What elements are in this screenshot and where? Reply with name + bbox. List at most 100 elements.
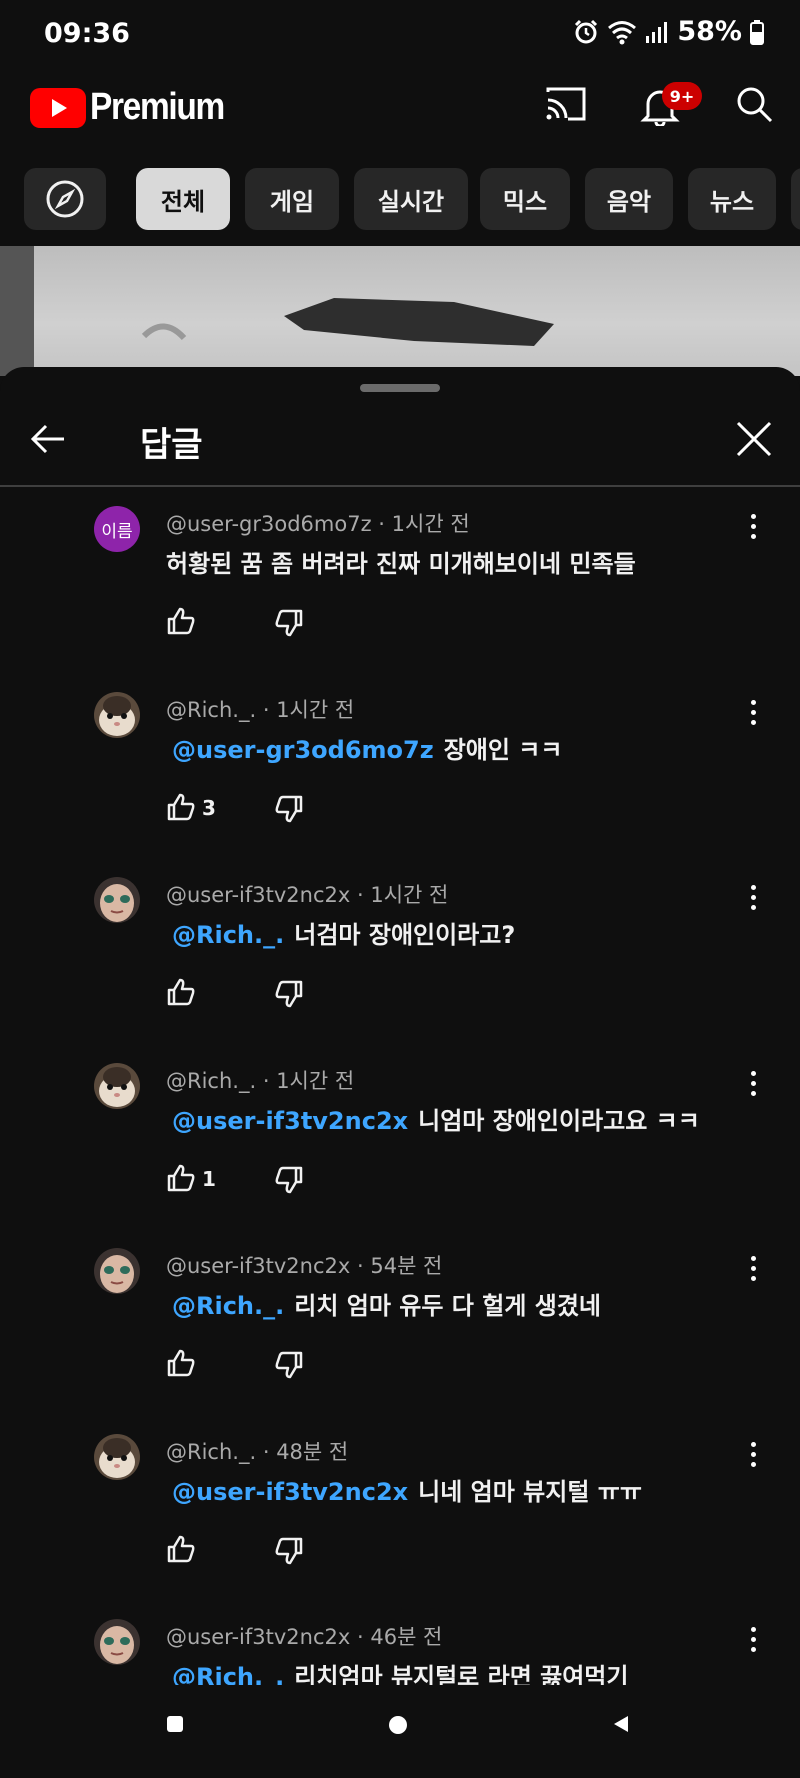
more-vert-icon[interactable] (746, 885, 760, 915)
thumb-up-icon[interactable] (166, 977, 196, 1007)
back-icon[interactable] (612, 1715, 630, 1733)
thumb-down-icon[interactable] (274, 608, 304, 638)
mention-link[interactable]: @Rich._. (172, 921, 284, 949)
chip-all[interactable]: 전체 (136, 168, 230, 230)
comment-author[interactable]: @Rich._. (166, 1440, 256, 1464)
comment-row: @Rich._. · 48분 전 @user-if3tv2nc2x 니네 엄마 뷰… (0, 1434, 800, 1619)
meta-separator: · (262, 1440, 277, 1464)
thumb-up-icon[interactable] (166, 606, 196, 636)
thumb-up-icon[interactable] (166, 1534, 196, 1564)
mention-link[interactable]: @user-if3tv2nc2x (172, 1107, 408, 1135)
comment-row: 이름 @user-gr3od6mo7z · 1시간 전 허황된 꿈 좀 버려라 … (0, 506, 800, 691)
divider (0, 485, 800, 487)
battery-percent: 58% (677, 16, 742, 47)
comment-meta: @Rich._. · 1시간 전 (166, 694, 354, 724)
comment-row: @Rich._. · 1시간 전 @user-if3tv2nc2x 니엄마 장애인… (0, 1063, 800, 1248)
chip-live[interactable]: 실시간 (354, 168, 468, 230)
comment-text: @user-if3tv2nc2x 니네 엄마 뷰지털 ㅠㅠ (166, 1472, 642, 1507)
comment-time: 1시간 전 (276, 1069, 355, 1093)
thumb-up-icon[interactable] (166, 1163, 196, 1193)
comment-meta: @user-if3tv2nc2x · 46분 전 (166, 1621, 442, 1651)
chip-music[interactable]: 음악 (585, 168, 673, 230)
recent-apps-icon[interactable] (166, 1715, 184, 1733)
comment-body: 허황된 꿈 좀 버려라 진짜 미개해보이네 민족들 (166, 550, 636, 578)
comment-time: 48분 전 (276, 1440, 349, 1464)
cast-icon[interactable] (544, 84, 588, 124)
chip-more[interactable] (791, 168, 800, 230)
avatar[interactable]: 이름 (94, 506, 140, 552)
comment-author[interactable]: @user-gr3od6mo7z (166, 512, 372, 536)
comment-body: 리치 엄마 유두 다 헐게 생겼네 (294, 1292, 602, 1320)
avatar[interactable] (94, 877, 140, 923)
comment-body: 너검마 장애인이라고? (294, 921, 516, 949)
comment-time: 1시간 전 (370, 883, 449, 907)
home-icon[interactable] (388, 1715, 408, 1735)
comment-meta: @user-if3tv2nc2x · 54분 전 (166, 1250, 442, 1280)
comment-text: 허황된 꿈 좀 버려라 진짜 미개해보이네 민족들 (166, 544, 636, 579)
chip-games[interactable]: 게임 (245, 168, 339, 230)
comment-author[interactable]: @user-if3tv2nc2x (166, 1254, 350, 1278)
youtube-logo-icon (30, 87, 86, 128)
comment-meta: @user-if3tv2nc2x · 1시간 전 (166, 879, 448, 909)
avatar[interactable] (94, 1248, 140, 1294)
notification-badge: 9+ (662, 82, 702, 110)
thumb-down-icon[interactable] (274, 979, 304, 1009)
explore-chip[interactable] (24, 168, 106, 230)
comment-author[interactable]: @Rich._. (166, 1069, 256, 1093)
comment-author[interactable]: @Rich._. (166, 698, 256, 722)
video-content-image (141, 298, 554, 346)
thumb-down-icon[interactable] (274, 1165, 304, 1195)
avatar[interactable] (94, 1619, 140, 1665)
video-frame (34, 246, 800, 376)
comment-row: @user-if3tv2nc2x · 54분 전 @Rich._. 리치 엄마 유… (0, 1248, 800, 1433)
more-vert-icon[interactable] (746, 1627, 760, 1657)
more-vert-icon[interactable] (746, 1071, 760, 1101)
avatar[interactable] (94, 1063, 140, 1109)
meta-separator: · (356, 1254, 371, 1278)
comment-author[interactable]: @user-if3tv2nc2x (166, 883, 350, 907)
system-nav-bar (0, 1685, 800, 1778)
app-header: Premium 9+ (0, 58, 800, 158)
wifi-icon (608, 20, 637, 44)
meta-separator: · (356, 883, 371, 907)
chip-mix[interactable]: 믹스 (480, 168, 570, 230)
comment-meta: @user-gr3od6mo7z · 1시간 전 (166, 508, 470, 538)
status-icons: 58% (573, 16, 764, 47)
thumb-up-icon[interactable] (166, 1348, 196, 1378)
youtube-premium-logo[interactable]: Premium (30, 86, 242, 129)
comment-row: @Rich._. · 1시간 전 @user-gr3od6mo7z 장애인 ㅋㅋ … (0, 692, 800, 877)
comment-body: 장애인 ㅋㅋ (443, 736, 563, 764)
more-vert-icon[interactable] (746, 700, 760, 730)
more-vert-icon[interactable] (746, 514, 760, 544)
close-icon[interactable] (734, 419, 774, 459)
back-arrow-icon[interactable] (28, 419, 68, 459)
comment-text: @user-gr3od6mo7z 장애인 ㅋㅋ (166, 730, 562, 765)
avatar[interactable] (94, 1434, 140, 1480)
thumb-up-icon[interactable] (166, 792, 196, 822)
more-vert-icon[interactable] (746, 1442, 760, 1472)
drag-handle[interactable] (360, 384, 440, 392)
comment-time: 1시간 전 (276, 698, 355, 722)
signal-icon (646, 21, 668, 43)
avatar[interactable] (94, 692, 140, 738)
chip-news[interactable]: 뉴스 (688, 168, 776, 230)
thumb-down-icon[interactable] (274, 1350, 304, 1380)
thumb-down-icon[interactable] (274, 794, 304, 824)
mention-link[interactable]: @user-gr3od6mo7z (172, 736, 434, 764)
panel-title: 답글 (140, 425, 203, 465)
video-edge (0, 246, 34, 376)
comment-time: 46분 전 (370, 1625, 443, 1649)
more-vert-icon[interactable] (746, 1256, 760, 1286)
comment-author[interactable]: @user-if3tv2nc2x (166, 1625, 350, 1649)
search-icon[interactable] (734, 84, 774, 124)
thumb-down-icon[interactable] (274, 1536, 304, 1566)
comment-text: @user-if3tv2nc2x 니엄마 장애인이라고요 ㅋㅋ (166, 1101, 700, 1136)
like-count: 3 (202, 796, 216, 820)
explore-icon (46, 180, 84, 218)
mention-link[interactable]: @user-if3tv2nc2x (172, 1478, 408, 1506)
comment-text: @Rich._. 리치 엄마 유두 다 헐게 생겼네 (166, 1286, 601, 1321)
mention-link[interactable]: @Rich._. (172, 1292, 284, 1320)
video-player[interactable] (0, 246, 800, 376)
logo-text: Premium (90, 86, 225, 128)
alarm-icon (575, 19, 598, 43)
